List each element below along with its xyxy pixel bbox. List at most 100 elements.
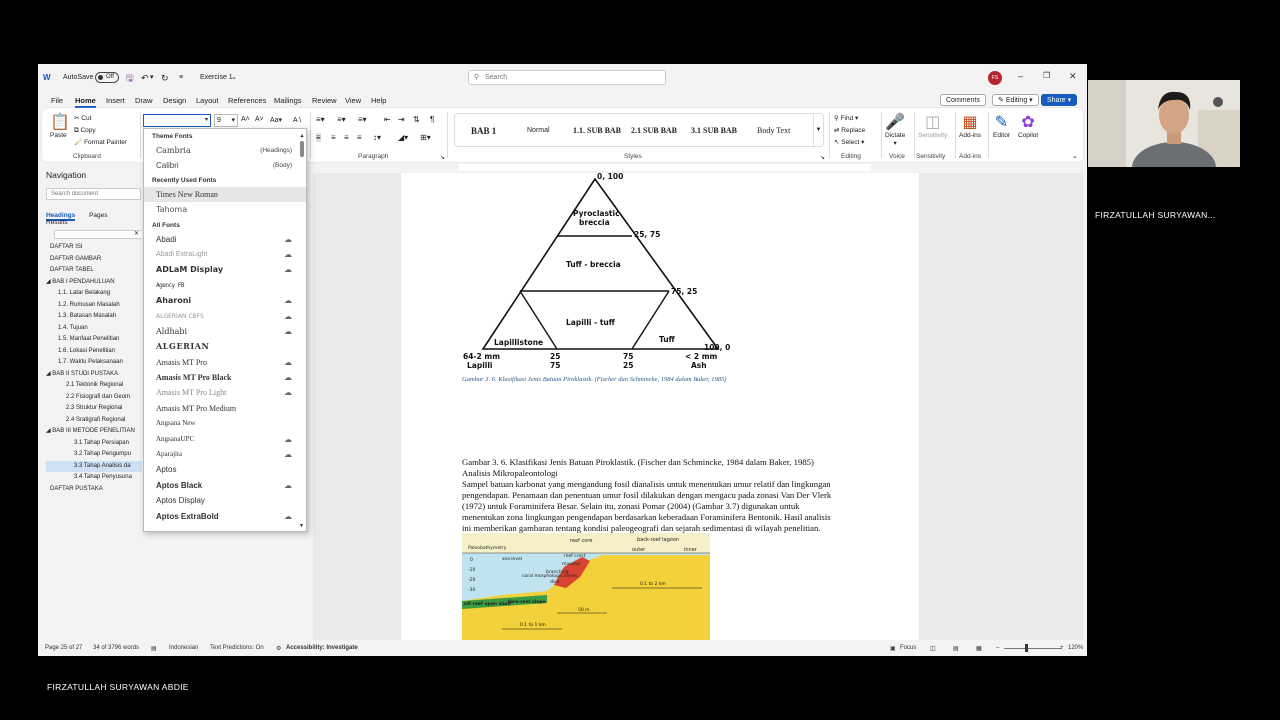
redo-icon[interactable]: ↻ xyxy=(161,72,169,84)
tab-help[interactable]: Help xyxy=(371,96,386,105)
font-item[interactable]: Aptos ExtraBold ☁ xyxy=(144,509,306,524)
editor-button[interactable]: ✎ Editor xyxy=(993,112,1010,139)
editing-mode-button[interactable]: ✎ Editing ▾ xyxy=(992,94,1039,106)
paragraph-launcher-icon[interactable]: ↘ xyxy=(440,154,445,161)
save-icon[interactable]: 🖫 xyxy=(126,72,134,84)
show-marks-icon[interactable]: ¶ xyxy=(430,115,434,124)
nav-heading-item[interactable]: 3.1 Tahap Persiapan xyxy=(46,438,142,450)
document-name[interactable]: Exercise 1 xyxy=(200,72,233,84)
sort-icon[interactable]: ⇅ xyxy=(413,115,420,124)
font-item[interactable]: Amasis MT Pro Light ☁ xyxy=(144,385,306,400)
zoom-slider[interactable] xyxy=(1004,648,1062,649)
dictate-button[interactable]: 🎤 Dictate ▾ xyxy=(885,112,905,147)
nav-heading-item[interactable]: 1.1. Latar Belakang xyxy=(46,288,142,300)
multilevel-list-icon[interactable]: ≡▾ xyxy=(358,115,367,124)
customize-qat-icon[interactable]: ≡ xyxy=(179,72,183,84)
nav-tab-pages[interactable]: Pages xyxy=(89,212,107,219)
font-item[interactable]: Angsana New xyxy=(144,416,306,431)
replace-button[interactable]: ⇄ Replace xyxy=(834,125,865,137)
document-page[interactable]: 0, 100 Pyroclastic breccia 25, 75 Tuff -… xyxy=(401,173,919,640)
change-case-icon[interactable]: Aa▾ xyxy=(270,116,282,124)
nav-heading-item[interactable]: 1.5. Manfaat Penelitian xyxy=(46,334,142,346)
font-item[interactable]: Abadi ☁ xyxy=(144,232,306,247)
font-list-scrollbar[interactable]: ▲ ▼ xyxy=(299,133,305,529)
zoom-in-icon[interactable]: + xyxy=(1060,645,1064,651)
cut-button[interactable]: ✂ Cut xyxy=(74,113,127,125)
cloud-download-icon[interactable]: ☁ xyxy=(284,370,292,385)
font-item[interactable]: Aptos Display xyxy=(144,493,306,508)
cloud-download-icon[interactable]: ☁ xyxy=(284,247,292,262)
style-body-text[interactable]: Body Text xyxy=(757,126,790,135)
font-item[interactable]: Aldhabi ☁ xyxy=(144,324,306,339)
sensitivity-button[interactable]: ◫ Sensitivity xyxy=(918,112,947,139)
nav-heading-item[interactable]: DAFTAR TABEL xyxy=(46,265,142,277)
nav-heading-item[interactable]: 2.2 Fisiografi dan Geom xyxy=(46,392,142,404)
cloud-download-icon[interactable]: ☁ xyxy=(284,385,292,400)
theme-font-item[interactable]: Calibri (Body) xyxy=(144,158,306,173)
vertical-ruler[interactable] xyxy=(308,173,313,640)
cloud-download-icon[interactable]: ☁ xyxy=(284,478,292,493)
tab-references[interactable]: References xyxy=(228,96,266,105)
cloud-download-icon[interactable]: ☁ xyxy=(284,309,292,324)
align-left-icon[interactable]: ≡ xyxy=(316,133,321,142)
line-spacing-icon[interactable]: ↕▾ xyxy=(373,133,381,142)
style-sub-bab-3[interactable]: 3.1 SUB BAB xyxy=(691,126,737,135)
tab-view[interactable]: View xyxy=(345,96,361,105)
cloud-download-icon[interactable]: ☁ xyxy=(284,262,292,277)
font-item[interactable]: Amasis MT Pro Black ☁ xyxy=(144,370,306,385)
nav-heading-item[interactable]: 1.4. Tujuan xyxy=(46,323,142,335)
cloud-download-icon[interactable]: ☁ xyxy=(284,447,292,462)
tab-file[interactable]: File xyxy=(51,96,63,105)
document-canvas[interactable]: 0, 100 Pyroclastic breccia 25, 75 Tuff -… xyxy=(308,173,1084,640)
nav-tab-results[interactable]: Results xyxy=(46,219,68,226)
tab-design[interactable]: Design xyxy=(163,96,186,105)
doc-name-chevron-icon[interactable]: ⌄ xyxy=(231,72,237,84)
cloud-download-icon[interactable]: ☁ xyxy=(284,355,292,370)
avatar[interactable]: FS xyxy=(988,71,1002,85)
copy-button[interactable]: ⧉ Copy xyxy=(74,125,127,137)
find-button[interactable]: ⚲ Find ▾ xyxy=(834,113,865,125)
undo-icon[interactable]: ↶ xyxy=(141,72,149,84)
close-icon[interactable]: ✕ xyxy=(134,230,139,237)
nav-heading-item[interactable]: DAFTAR ISI xyxy=(46,242,142,254)
nav-heading-item[interactable]: DAFTAR GAMBAR xyxy=(46,254,142,266)
style-sub-bab-1[interactable]: 1.1. SUB BAB xyxy=(573,126,625,135)
increase-indent-icon[interactable]: ⇥ xyxy=(398,115,405,124)
cloud-download-icon[interactable]: ☁ xyxy=(284,232,292,247)
bullets-icon[interactable]: ≡▾ xyxy=(316,115,325,124)
tab-mailings[interactable]: Mailings xyxy=(274,96,302,105)
text-predictions-label[interactable]: Text Predictions: On xyxy=(210,645,264,651)
nav-heading-item[interactable]: 1.3. Batasan Masalah xyxy=(46,311,142,323)
comments-button[interactable]: Comments xyxy=(940,94,986,106)
font-size-combobox[interactable]: 9 ▾ xyxy=(214,114,238,127)
font-item[interactable]: Aptos xyxy=(144,462,306,477)
style-sub-bab-2[interactable]: 2.1 SUB BAB xyxy=(631,126,677,135)
tab-layout[interactable]: Layout xyxy=(196,96,219,105)
style-normal[interactable]: Normal xyxy=(527,127,550,134)
minimize-icon[interactable]: – xyxy=(1018,71,1023,81)
nav-heading-item[interactable]: 2.3 Struktur Regional xyxy=(46,403,142,415)
nav-heading-item[interactable]: 1.6. Lokasi Penelitian xyxy=(46,346,142,358)
horizontal-ruler[interactable] xyxy=(309,163,1084,173)
shrink-font-icon[interactable]: A˅ xyxy=(255,116,264,123)
font-item[interactable]: Aharoni ☁ xyxy=(144,293,306,308)
nav-heading-item[interactable]: ◢ BAB III METODE PENELITIAN xyxy=(46,426,142,438)
style-bab1[interactable]: BAB 1 xyxy=(471,126,496,136)
page-count[interactable]: Page 25 of 27 xyxy=(45,645,82,651)
undo-dropdown-icon[interactable]: ▾ xyxy=(150,72,154,84)
cloud-download-icon[interactable]: ☁ xyxy=(284,324,292,339)
align-center-icon[interactable]: ≡ xyxy=(331,133,336,142)
theme-font-item[interactable]: Cambria (Headings) xyxy=(144,143,306,158)
cloud-download-icon[interactable]: ☁ xyxy=(284,509,292,524)
select-button[interactable]: ↖ Select ▾ xyxy=(834,137,865,149)
search-box[interactable]: ⚲ Search xyxy=(468,70,666,85)
web-layout-icon[interactable]: ▦ xyxy=(976,645,982,652)
font-name-chevron-icon[interactable]: ▾ xyxy=(205,116,208,123)
clear-formatting-icon[interactable]: A∖ xyxy=(293,116,302,124)
collapse-ribbon-icon[interactable]: ⌄ xyxy=(1072,152,1078,160)
autosave-toggle[interactable]: Off xyxy=(95,72,119,83)
paste-button[interactable]: 📋 Paste xyxy=(50,112,70,139)
align-right-icon[interactable]: ≡ xyxy=(344,133,349,142)
grow-font-icon[interactable]: A˄ xyxy=(241,116,250,123)
restore-icon[interactable]: ❐ xyxy=(1043,71,1050,80)
